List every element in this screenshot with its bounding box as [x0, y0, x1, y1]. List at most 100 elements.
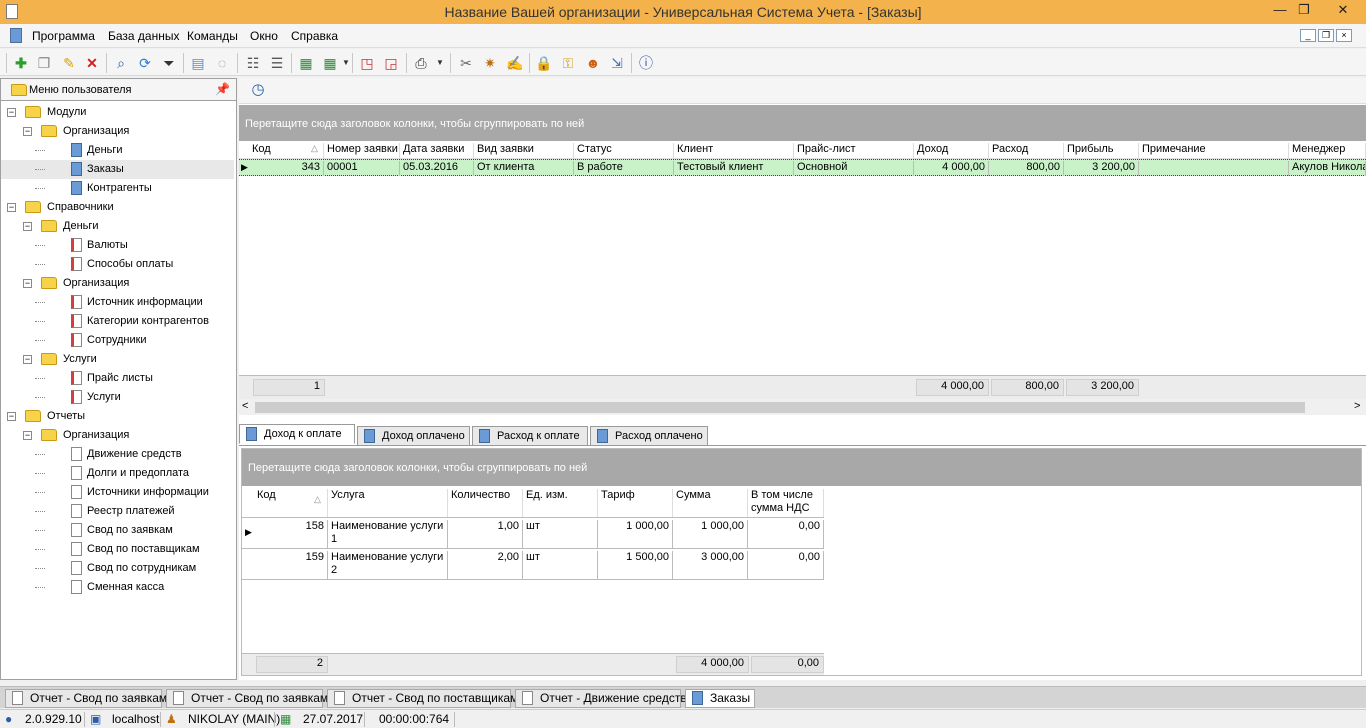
table-cell[interactable]: 3 000,00: [673, 551, 748, 579]
table-cell[interactable]: Акулов Николай: [1289, 161, 1366, 176]
mdi-restore-button[interactable]: ❐: [1318, 29, 1334, 42]
tree-item[interactable]: − Организация: [1, 426, 234, 445]
table-cell[interactable]: 2,00: [448, 551, 523, 579]
orders-col-header[interactable]: Примечание: [1139, 143, 1289, 158]
tree-item[interactable]: Заказы: [1, 160, 234, 179]
tree-item[interactable]: Контрагенты: [1, 179, 234, 198]
scroll-right-button[interactable]: >: [1354, 400, 1360, 412]
table-cell[interactable]: 1 500,00: [598, 551, 673, 579]
edit-icon[interactable]: ✎: [60, 54, 78, 72]
orders-col-header[interactable]: Прайс-лист: [794, 143, 914, 158]
info-icon[interactable]: ⓘ: [637, 54, 655, 72]
table-cell[interactable]: Основной: [794, 161, 914, 176]
lock-icon[interactable]: 🔒: [535, 54, 553, 72]
table-cell[interactable]: Наименование услуги 2: [328, 551, 448, 579]
expand-toggle[interactable]: −: [23, 355, 32, 364]
tab-expense-paid[interactable]: Расход оплачено: [590, 426, 708, 446]
export-excel-icon[interactable]: ▦: [297, 54, 315, 72]
search-icon[interactable]: ⌕: [112, 54, 130, 72]
window-tab-report-suppliers[interactable]: Отчет - Свод по поставщикам: [327, 689, 518, 708]
table-row[interactable]: ▶ 158 Наименование услуги 1 1,00 шт 1 000,00 1 …: [242, 518, 824, 549]
tree-item[interactable]: Сотрудники: [1, 331, 234, 350]
tree-item[interactable]: Услуги: [1, 388, 234, 407]
tree-item[interactable]: Деньги: [1, 141, 234, 160]
tree-item[interactable]: − Деньги: [1, 217, 234, 236]
group-icon[interactable]: ▤: [189, 54, 207, 72]
table-cell[interactable]: 0,00: [748, 520, 824, 548]
table-cell[interactable]: От клиента: [474, 161, 574, 176]
table-cell[interactable]: 1 000,00: [673, 520, 748, 548]
tab-income-paid[interactable]: Доход оплачено: [357, 426, 470, 446]
table-cell[interactable]: шт: [523, 551, 598, 579]
table-cell[interactable]: 800,00: [989, 161, 1064, 176]
menu-database[interactable]: База данных: [108, 29, 179, 43]
new-window-icon[interactable]: ◳: [358, 54, 376, 72]
exit-icon[interactable]: ⇲: [608, 54, 626, 72]
tools-icon[interactable]: ✂: [457, 54, 475, 72]
expand-toggle[interactable]: −: [7, 412, 16, 421]
table-cell[interactable]: шт: [523, 520, 598, 548]
menu-help[interactable]: Справка: [291, 29, 338, 43]
tab-income-to-pay[interactable]: Доход к оплате: [239, 424, 355, 444]
window-tab-report-cashflow[interactable]: Отчет - Движение средств: [515, 689, 687, 708]
tree-item[interactable]: Прайс листы: [1, 369, 234, 388]
settings-icon[interactable]: ✷: [481, 54, 499, 72]
table-cell[interactable]: 1,00: [448, 520, 523, 548]
print-icon[interactable]: ⎙: [412, 54, 430, 72]
filter-icon[interactable]: ⏷: [160, 54, 178, 72]
print-dropdown-icon[interactable]: ▼: [431, 54, 449, 72]
tree-item[interactable]: − Отчеты: [1, 407, 234, 426]
scroll-left-button[interactable]: <: [242, 400, 248, 412]
detail-group-panel[interactable]: Перетащите сюда заголовок колонки, чтобы…: [242, 449, 1361, 486]
table-cell[interactable]: 05.03.2016: [400, 161, 474, 176]
orders-col-header[interactable]: Статус: [574, 143, 674, 158]
tree-item[interactable]: Категории контрагентов: [1, 312, 234, 331]
orders-col-header[interactable]: Клиент: [674, 143, 794, 158]
tree-item[interactable]: − Организация: [1, 274, 234, 293]
detail-col-header[interactable]: Услуга: [328, 489, 448, 517]
expand-toggle[interactable]: −: [23, 222, 32, 231]
close-window-icon[interactable]: ◲: [382, 54, 400, 72]
orders-col-header[interactable]: Доход: [914, 143, 989, 158]
expand-toggle[interactable]: −: [23, 127, 32, 136]
table-cell[interactable]: 4 000,00: [914, 161, 989, 176]
document-icon[interactable]: [10, 28, 22, 43]
users-icon[interactable]: ☻: [584, 54, 602, 72]
tree-item[interactable]: Сменная касса: [1, 578, 234, 597]
maximize-button[interactable]: ❐: [1289, 0, 1319, 22]
tree-item[interactable]: Валюты: [1, 236, 234, 255]
tab-expense-to-pay[interactable]: Расход к оплате: [472, 426, 588, 446]
expand-toggle[interactable]: −: [7, 108, 16, 117]
tree-item[interactable]: − Услуги: [1, 350, 234, 369]
orders-col-header[interactable]: Прибыль: [1064, 143, 1139, 158]
detail-col-header[interactable]: Сумма: [673, 489, 748, 517]
tree-item[interactable]: − Модули: [1, 103, 234, 122]
expand-toggle[interactable]: −: [23, 431, 32, 440]
tree-item[interactable]: − Справочники: [1, 198, 234, 217]
orders-col-header[interactable]: Менеджер: [1289, 143, 1366, 158]
add-icon[interactable]: ✚: [12, 54, 30, 72]
tree-item[interactable]: Свод по поставщикам: [1, 540, 234, 559]
table-cell[interactable]: Тестовый клиент: [674, 161, 794, 176]
table-cell[interactable]: 159: [254, 551, 328, 579]
orders-col-header[interactable]: Дата заявки: [400, 143, 474, 158]
tree-item[interactable]: Свод по сотрудникам: [1, 559, 234, 578]
menu-window[interactable]: Окно: [250, 29, 278, 43]
orders-col-header[interactable]: Номер заявки: [324, 143, 400, 158]
table-cell[interactable]: 158: [254, 520, 328, 548]
structure-icon[interactable]: ☰: [268, 54, 286, 72]
pin-icon[interactable]: 📌: [215, 82, 230, 96]
window-tab-orders[interactable]: Заказы: [685, 689, 755, 708]
orders-group-panel[interactable]: Перетащите сюда заголовок колонки, чтобы…: [239, 105, 1366, 143]
detail-col-header[interactable]: Ед. изм.: [523, 489, 598, 517]
tree-item[interactable]: Движение средств: [1, 445, 234, 464]
copy-icon[interactable]: ❐: [35, 54, 53, 72]
expand-toggle[interactable]: −: [23, 279, 32, 288]
mdi-minimize-button[interactable]: _: [1300, 29, 1316, 42]
table-cell[interactable]: В работе: [574, 161, 674, 176]
horizontal-scrollbar[interactable]: < >: [239, 399, 1366, 415]
tree-item[interactable]: Способы оплаты: [1, 255, 234, 274]
clock-icon[interactable]: ◷: [249, 81, 267, 99]
tree-icon[interactable]: ☷: [244, 54, 262, 72]
table-row[interactable]: ▶ 343 00001 05.03.2016 От клиента В работе Тес…: [239, 159, 1366, 176]
